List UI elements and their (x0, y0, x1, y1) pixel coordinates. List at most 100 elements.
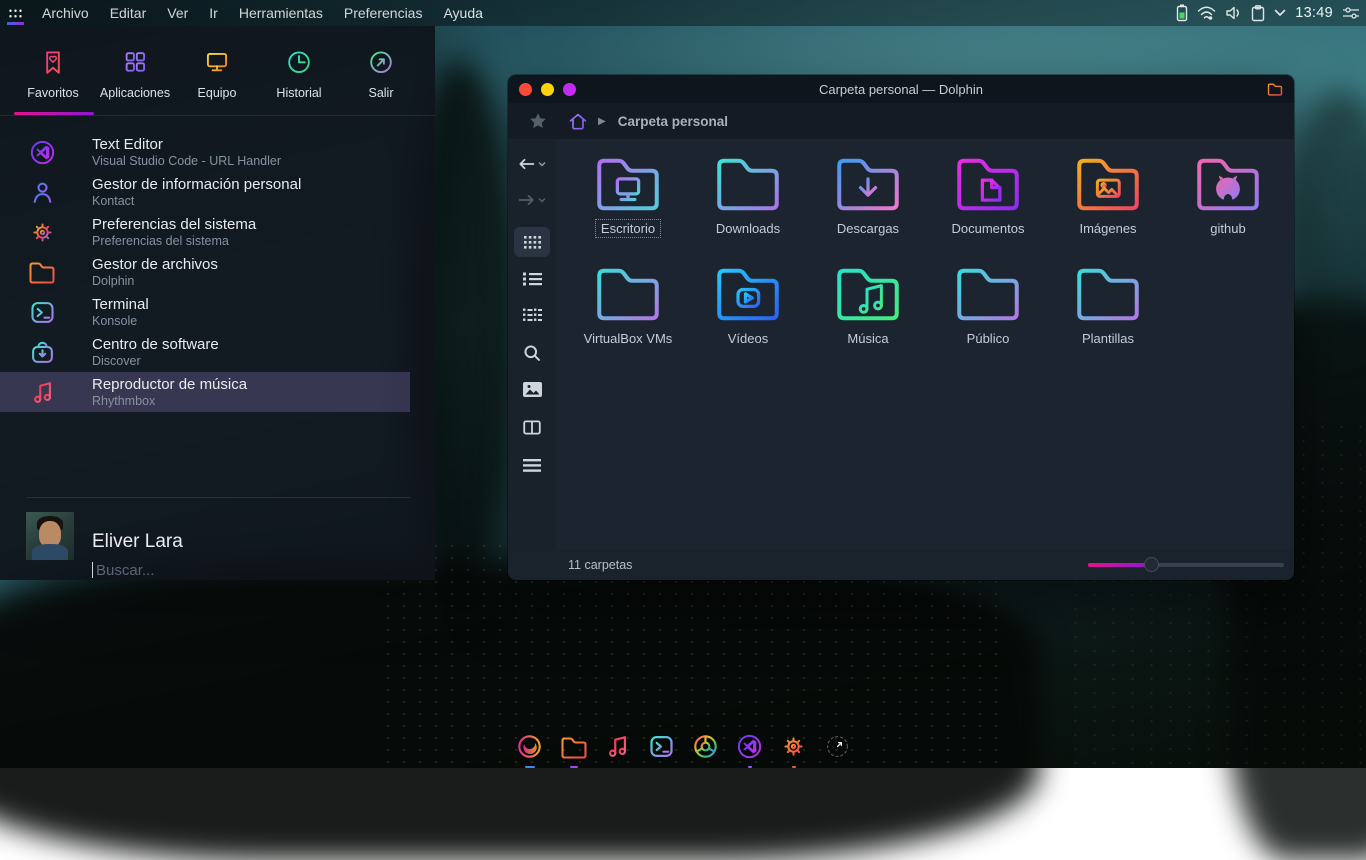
launcher-item-text-editor[interactable]: Text Editor Visual Studio Code - URL Han… (0, 132, 435, 172)
folder-label: Descargas (832, 220, 904, 237)
launcher-item-musica[interactable]: Reproductor de música Rhythmbox (0, 372, 410, 412)
launcher-item-terminal[interactable]: Terminal Konsole (0, 292, 435, 332)
maximize-button[interactable] (563, 83, 576, 96)
launcher-item-title: Text Editor (92, 136, 281, 153)
dolphin-window: Carpeta personal — Dolphin ▶ Carpeta per… (508, 75, 1294, 580)
folder-icon (558, 733, 590, 761)
status-text: 11 carpetas (568, 558, 632, 572)
menu-editar[interactable]: Editar (110, 5, 147, 21)
menu-ver[interactable]: Ver (167, 5, 188, 21)
bookmark-heart-icon (37, 47, 69, 79)
icons-view-button[interactable] (514, 227, 550, 257)
folder-view: Escritorio Downloads Descargas (556, 139, 1294, 550)
folder-musica[interactable]: Música (808, 257, 928, 347)
menu-ir[interactable]: Ir (209, 5, 218, 21)
folder-label: Plantillas (1077, 330, 1139, 347)
sliders-icon[interactable] (1342, 6, 1360, 20)
clock[interactable]: 13:49 (1295, 5, 1333, 21)
back-button[interactable] (514, 151, 550, 177)
tab-equipo[interactable]: Equipo (176, 26, 258, 115)
dock-konsole[interactable] (646, 731, 677, 768)
folder-label: Downloads (711, 220, 785, 237)
menu-preferencias[interactable]: Preferencias (344, 5, 423, 21)
launcher-item-preferencias[interactable]: Preferencias del sistema Preferencias de… (0, 212, 435, 252)
tab-historial[interactable]: Historial (258, 26, 340, 115)
folder-descargas[interactable]: Descargas (808, 147, 928, 237)
dock-clock-widget[interactable] (822, 731, 853, 768)
search-button[interactable] (514, 339, 550, 367)
menu-ayuda[interactable]: Ayuda (443, 5, 482, 21)
home-icon[interactable] (568, 112, 588, 131)
dock-rhythmbox[interactable] (602, 731, 633, 768)
app-grid-icon (8, 8, 23, 19)
folder-label: Público (962, 330, 1015, 347)
launcher-item-subtitle: Dolphin (92, 274, 218, 288)
terminal-icon (646, 731, 677, 762)
folder-label: Documentos (947, 220, 1030, 237)
folder-virtualbox-vms[interactable]: VirtualBox VMs (568, 257, 688, 347)
list-view-button[interactable] (514, 265, 550, 293)
dock-chrome[interactable] (690, 731, 721, 768)
folder-plantillas[interactable]: Plantillas (1048, 257, 1168, 347)
tab-label: Salir (368, 86, 393, 100)
window-titlebar[interactable]: Carpeta personal — Dolphin (508, 75, 1294, 103)
favorite-star-icon[interactable] (529, 112, 547, 130)
active-tab-underline (14, 112, 94, 115)
user-name: Eliver Lara (92, 531, 183, 553)
volume-icon[interactable] (1225, 5, 1242, 21)
folder-escritorio[interactable]: Escritorio (568, 147, 688, 237)
tab-label: Equipo (198, 86, 237, 100)
clipboard-icon[interactable] (1251, 5, 1265, 22)
battery-icon[interactable] (1176, 4, 1188, 22)
folder-github[interactable]: github (1168, 147, 1288, 237)
statusbar: 11 carpetas (508, 550, 1294, 580)
folder-publico[interactable]: Público (928, 257, 1048, 347)
dock (514, 731, 853, 768)
breadcrumb-location[interactable]: Carpeta personal (618, 114, 728, 129)
launcher-item-software[interactable]: Centro de software Discover (0, 332, 435, 372)
dolphin-side-toolbar (508, 139, 556, 550)
menu-archivo[interactable]: Archivo (42, 5, 89, 21)
music-note-icon (26, 376, 58, 408)
zoom-slider-fill (1088, 563, 1152, 567)
chevron-down-icon[interactable] (1274, 9, 1286, 17)
folder-downloads[interactable]: Downloads (688, 147, 808, 237)
tab-label: Favoritos (27, 86, 78, 100)
launcher-item-title: Gestor de archivos (92, 256, 218, 273)
launcher-item-title: Preferencias del sistema (92, 216, 256, 233)
tab-aplicaciones[interactable]: Aplicaciones (94, 26, 176, 115)
user-section-divider (26, 497, 410, 498)
wifi-icon[interactable] (1197, 5, 1216, 21)
launcher-item-pim[interactable]: Gestor de información personal Kontact (0, 172, 435, 212)
dock-vscode[interactable] (734, 731, 765, 768)
vscode-icon (26, 136, 58, 168)
folder-videos[interactable]: Vídeos (688, 257, 808, 347)
folder-imagenes[interactable]: Imágenes (1048, 147, 1168, 237)
menu-herramientas[interactable]: Herramientas (239, 5, 323, 21)
launcher-item-archivos[interactable]: Gestor de archivos Dolphin (0, 252, 435, 292)
details-view-button[interactable] (514, 301, 550, 329)
dock-file-manager[interactable] (558, 731, 589, 768)
clock-icon (822, 731, 853, 762)
dock-settings[interactable] (778, 731, 809, 768)
folder-label: Vídeos (723, 330, 773, 347)
zoom-slider-handle[interactable] (1144, 557, 1159, 572)
tab-salir[interactable]: Salir (340, 26, 422, 115)
search-input[interactable]: Buscar... (92, 559, 392, 581)
gear-icon (26, 216, 58, 248)
zoom-slider[interactable] (1088, 563, 1284, 567)
launcher-item-subtitle: Kontact (92, 194, 301, 208)
folder-documentos[interactable]: Documentos (928, 147, 1048, 237)
app-launcher-button[interactable] (0, 0, 30, 26)
forward-button[interactable] (514, 187, 550, 213)
user-avatar[interactable] (26, 512, 74, 560)
dock-firefox[interactable] (514, 731, 545, 768)
preview-button[interactable] (514, 375, 550, 403)
terminal-icon (26, 296, 58, 328)
minimize-button[interactable] (541, 83, 554, 96)
split-view-button[interactable] (514, 413, 550, 441)
tab-favoritos[interactable]: Favoritos (12, 26, 94, 115)
breadcrumb-chevron-icon: ▶ (598, 116, 606, 127)
menu-button[interactable] (514, 451, 550, 479)
close-button[interactable] (519, 83, 532, 96)
